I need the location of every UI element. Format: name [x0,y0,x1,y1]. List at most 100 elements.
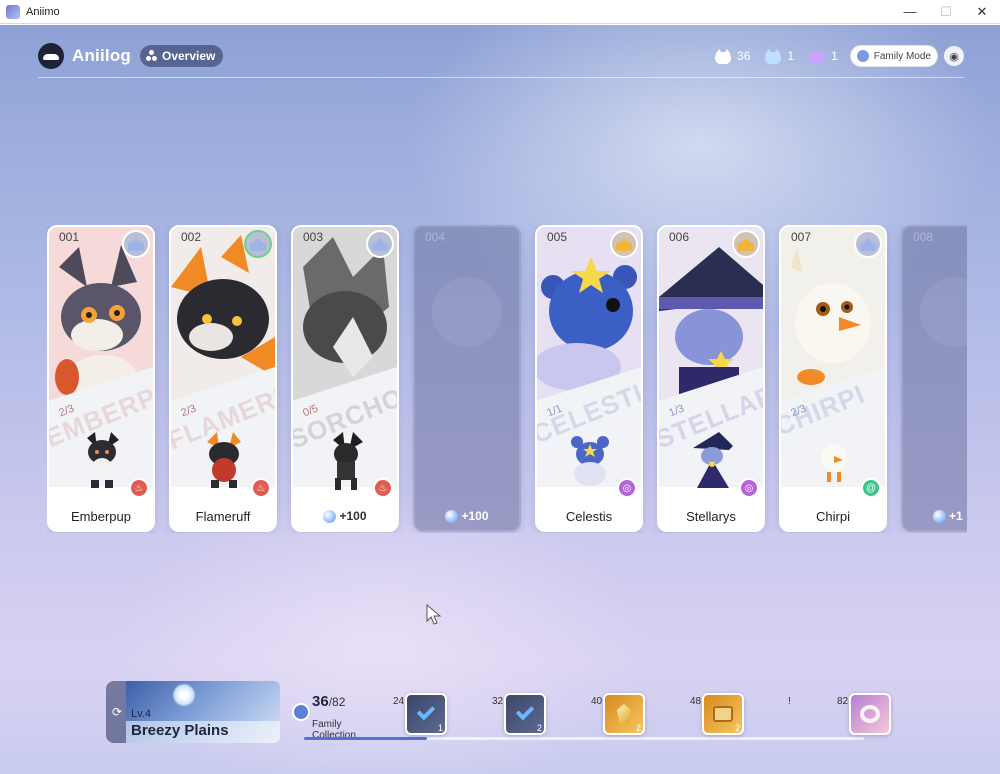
aniimo-card-flameruff[interactable]: 002 FLAMERUFF 2/3 ♨ Flameruff [169,225,277,532]
collection-progress-fill [304,737,428,740]
mystic-element-icon: ◎ [739,478,759,498]
family-mode-label: Family Mode [873,50,931,62]
milestone-quantity: 1 [437,723,443,733]
milestone-threshold: 24 [393,696,405,707]
aniimo-card-008-locked[interactable]: 008 +1 [901,225,967,532]
crown-badge-icon [610,230,638,258]
overview-button[interactable]: Overview [140,45,224,67]
milestone-reward-24[interactable]: 1 [405,693,447,735]
card-name: Flameruff [171,502,275,530]
milestone-threshold: 32 [492,696,504,707]
maximize-button[interactable]: ☐ [928,0,964,24]
gem-icon [323,509,337,523]
cat-white-icon [714,48,732,64]
check-icon [416,701,436,721]
milestone-reward-32[interactable]: 2 [504,693,546,735]
card-number: 008 [913,230,934,244]
flameruff-figure-art [207,432,241,488]
aniimo-card-stellarys[interactable]: 006 STELLARYS 1/3 ◎ Stellarys [657,225,765,532]
crystal-icon [617,704,631,724]
cat-purple-icon [808,48,826,64]
family-mode-button[interactable]: Family Mode [849,45,938,67]
header: Aniilog Overview 36 1 1 Family Mode ◉ [38,41,964,71]
collection-label-line1: Family [312,719,342,730]
crown-badge-icon [122,230,150,258]
collection-count: 36/82 [312,693,345,710]
milestone-extra-label: ! [788,696,791,707]
card-reward: +100 [415,502,519,530]
region-card[interactable]: Lv.4 Breezy Plains [126,681,280,743]
fire-element-icon: ♨ [129,478,149,498]
gem-icon [933,509,946,523]
card-number: 007 [791,230,812,244]
milestone-reward-48[interactable]: 2 [702,693,744,735]
overview-dots-icon [146,50,158,62]
region-name: Breezy Plains [131,722,229,739]
stellarys-figure-art [693,432,733,488]
celestis-figure-art [571,436,609,486]
crown-badge-icon [244,230,272,258]
milestone-quantity: 2 [635,723,641,733]
aniilog-logo-icon [38,43,64,69]
family-mode-icon [856,50,869,62]
pet-profile-icon[interactable]: ◉ [944,46,964,66]
collection-total: /82 [328,695,346,709]
collection-current: 36 [312,693,329,710]
treasure-chest-icon [713,706,733,722]
window-controls: — ☐ ✕ [892,0,1000,24]
reward-value: +100 [339,509,367,523]
brand-title: Aniilog [72,46,131,65]
card-number: 004 [425,230,446,244]
fire-element-icon: ♨ [373,478,393,498]
milestone-reward-82[interactable] [849,693,891,735]
collection-progress-track [304,737,864,740]
card-name: Chirpi [781,502,885,530]
check-icon [515,701,535,721]
crown-badge-icon [732,230,760,258]
reward-value: +100 [461,509,489,523]
close-button[interactable]: ✕ [964,0,1000,24]
region-panel: ⟳ Lv.4 Breezy Plains [106,681,280,743]
ring-icon [860,705,880,723]
milestone-quantity: 2 [536,723,542,733]
milestone-threshold: 48 [690,696,702,707]
reward-value: +1 [949,509,963,523]
locked-silhouette-icon [920,277,967,347]
card-number: 003 [303,230,324,244]
stat-blue-cats: 1 [764,48,794,64]
header-divider [38,77,964,78]
aniimo-card-003[interactable]: 003 SORCHOWL 0/5 ♨ +100 [291,225,399,532]
card-name: Celestis [537,502,641,530]
stat-value: 36 [737,49,751,63]
header-stats: 36 1 1 Family Mode ◉ [700,45,964,67]
aniimo-card-list: 001 EMBERPUP 2/3 ♨ Emberpup 002 FLAMERUF… [47,225,967,533]
window-titlebar: Aniimo — ☐ ✕ [0,0,1000,24]
switch-region-button[interactable]: ⟳ [106,681,128,743]
mystic-element-icon: ◎ [617,478,637,498]
milestone-reward-40[interactable]: 2 [603,693,645,735]
aniimo-card-celestis[interactable]: 005 CELESTIS 1/1 ◎ Celestis [535,225,643,532]
milestone-quantity: 2 [734,723,740,733]
fire-element-icon: ♨ [251,478,271,498]
card-name: Emberpup [49,502,153,530]
card-number: 006 [669,230,690,244]
aniimo-card-004-locked[interactable]: 004 +100 [413,225,521,532]
milestone-threshold: 82 [837,696,849,707]
emberpup-figure-art [87,432,119,488]
app-main: Aniilog Overview 36 1 1 Family Mode ◉ 00… [0,25,1000,774]
refresh-icon: ⟳ [111,705,123,719]
aniimo-card-chirpi[interactable]: 007 CHIRPI 2/3 @ Chirpi [779,225,887,532]
aniimo-card-emberpup[interactable]: 001 EMBERPUP 2/3 ♨ Emberpup [47,225,155,532]
card-number: 001 [59,230,80,244]
stat-value: 1 [831,49,838,63]
milestone-threshold: 40 [591,696,603,707]
cat-blue-icon [764,48,782,64]
minimize-button[interactable]: — [892,0,928,24]
app-icon [6,4,20,19]
stat-white-cats: 36 [714,48,751,64]
crown-badge-icon [366,230,394,258]
region-level: Lv.4 [131,708,151,720]
card-reward: +100 [293,502,397,530]
gem-icon [445,509,459,523]
card-003-figure-art [333,432,363,490]
